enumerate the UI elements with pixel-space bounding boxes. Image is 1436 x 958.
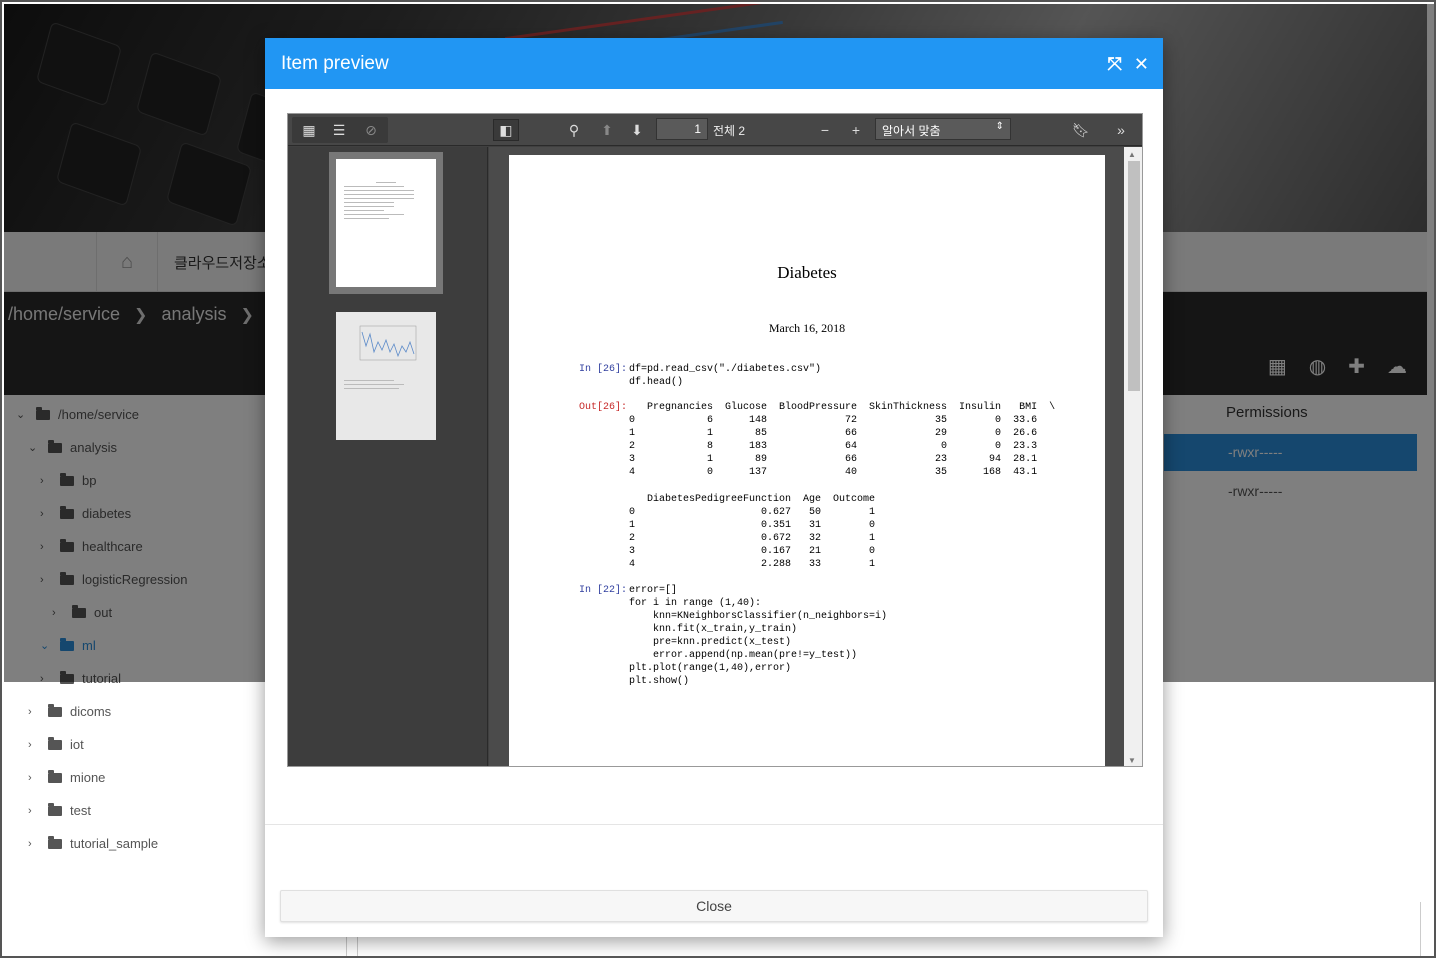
item-preview-modal: Item preview ⤧ ✕ ▦ ☰ ⊘ ◧ ⚲ ⬆ ⬇ 1 전체 2 − … [265,38,1163,937]
previous-page-icon[interactable]: ⬆ [596,119,618,141]
tree-item[interactable]: › test [28,802,91,818]
tree-item[interactable]: › mione [28,769,106,785]
page-total: 전체 2 [713,124,746,138]
cell-out26-table2: DiabetesPedigreeFunction Age Outcome 0 0… [629,494,876,570]
page-number-input[interactable]: 1 [656,118,708,140]
tree-item-label: dicoms [70,704,112,719]
zoom-in-icon[interactable]: + [845,119,867,141]
page-thumbnail-1[interactable] [329,152,443,294]
document-scrollbar[interactable]: ▲ ▼ [1124,147,1142,766]
modal-header: Item preview [265,38,1163,89]
folder-icon [48,802,62,816]
chevron-right-icon[interactable]: › [28,739,40,751]
cell-in26-label: In [26]: [579,364,628,375]
tree-item-label: tutorial_sample [70,836,159,851]
divider [1420,902,1421,956]
zoom-select-value: 알아서 맞춤 [882,124,941,138]
document-area[interactable]: Diabetes March 16, 2018 In [26]: df=pd.r… [489,147,1142,766]
pdf-viewer: ▦ ☰ ⊘ ◧ ⚲ ⬆ ⬇ 1 전체 2 − + 알아서 맞춤 ⇕ 🔖︎ » D… [287,113,1143,767]
thumbnails-icon[interactable]: ▦ [298,119,320,141]
scroll-up-icon[interactable]: ▲ [1128,150,1136,159]
close-button[interactable]: Close [280,890,1148,922]
modal-title: Item preview [281,52,389,74]
expand-icon[interactable]: ⤧ [1108,54,1122,75]
search-icon[interactable]: ⚲ [563,119,585,141]
folder-icon [48,769,62,783]
close-icon[interactable]: ✕ [1134,54,1149,75]
folder-icon [48,703,62,717]
scrollbar-thumb[interactable] [1128,161,1140,391]
tree-item-label: test [70,803,91,818]
app-window: ⌂ 클라우드저장소 /home/service ❯ analysis ❯ ml … [0,0,1436,958]
tree-item[interactable]: › dicoms [28,703,112,719]
cell-in22-code: error=[] for i in range (1,40): knn=KNei… [629,585,888,687]
zoom-out-icon[interactable]: − [814,119,836,141]
sidebar-toggle-icon[interactable]: ◧ [493,119,519,141]
chevron-right-icon[interactable]: › [28,805,40,817]
folder-icon [48,835,62,849]
attachment-icon[interactable]: ⊘ [360,119,382,141]
bookmark-icon[interactable]: 🔖︎ [1070,119,1092,141]
cell-out26-label: Out[26]: [579,402,628,413]
cell-out26-table1: Pregnancies Glucose BloodPressure SkinTh… [629,402,1056,478]
chevron-right-icon[interactable]: › [28,838,40,850]
outline-icon[interactable]: ☰ [328,119,350,141]
document-page: Diabetes March 16, 2018 In [26]: df=pd.r… [509,155,1105,766]
document-date: March 16, 2018 [768,321,846,335]
page-thumbnail-2[interactable] [336,312,436,440]
tree-item[interactable]: › iot [28,736,84,752]
thumbnail-plot [359,325,417,361]
cell-in26-code: df=pd.read_csv("./diabetes.csv") df.head… [629,364,822,388]
scroll-down-icon[interactable]: ▼ [1128,756,1136,765]
pdf-toolbar: ▦ ☰ ⊘ ◧ ⚲ ⬆ ⬇ 1 전체 2 − + 알아서 맞춤 ⇕ 🔖︎ » [288,114,1142,146]
tools-icon[interactable]: » [1110,119,1132,141]
divider [265,824,1163,825]
next-page-icon[interactable]: ⬇ [626,119,648,141]
cell-in22-label: In [22]: [579,585,628,596]
tree-item-label: iot [70,737,84,752]
folder-icon [48,736,62,750]
thumbnail-sidebar [288,147,488,766]
zoom-select[interactable]: 알아서 맞춤 ⇕ [875,118,1011,140]
tree-item-label: mione [70,770,106,785]
chevron-right-icon[interactable]: › [28,772,40,784]
tree-item[interactable]: › tutorial_sample [28,835,159,851]
document-title: Diabetes [777,263,837,282]
select-arrows-icon: ⇕ [995,121,1004,132]
chevron-right-icon[interactable]: › [28,706,40,718]
